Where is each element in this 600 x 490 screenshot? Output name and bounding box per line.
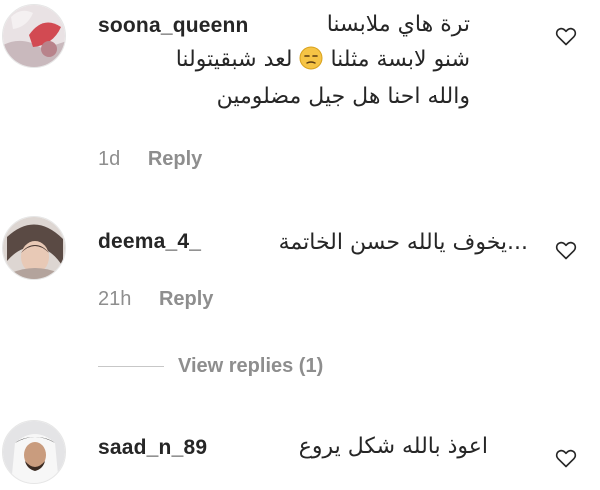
comment-text-line-2-suffix: لعد شبقيتولنا	[175, 47, 293, 72]
avatar[interactable]	[2, 420, 66, 484]
comment-username[interactable]: saad_n_89	[98, 436, 207, 460]
reply-button[interactable]: Reply	[148, 148, 202, 170]
comment-text-line-2-prefix: شنو لابسة مثلنا	[330, 47, 470, 72]
comment-text-line-2: شنو لابسة مثلنا لعد شبقيتولنا	[176, 46, 470, 72]
comment-username[interactable]: soona_queenn	[98, 14, 249, 38]
view-replies-divider	[98, 365, 164, 367]
unamused-face-emoji	[299, 46, 323, 70]
comment-item: soona_queenn ترة هاي ملابسنا شنو لابسة م…	[0, 0, 600, 190]
avatar-photo	[3, 5, 65, 67]
heart-outline-icon[interactable]	[554, 238, 578, 262]
comment-text: اعوذ بالله شكل يروع	[298, 434, 488, 459]
comment-meta: 21h Reply	[98, 288, 213, 311]
comment-text-line-1: ترة هاي ملابسنا	[326, 12, 470, 37]
avatar[interactable]	[2, 4, 66, 68]
comment-text-line-3: والله احنا هل جيل مضلومين	[216, 84, 470, 109]
reply-button[interactable]: Reply	[159, 288, 213, 310]
avatar[interactable]	[2, 216, 66, 280]
comment-item: saad_n_89 اعوذ بالله شكل يروع	[0, 410, 600, 490]
comment-meta: 1d Reply	[98, 148, 202, 171]
comment-time: 21h	[98, 288, 132, 310]
avatar-photo	[3, 421, 65, 483]
view-replies-label: View replies (1)	[178, 354, 324, 377]
comment-text: ...يخوف يالله حسن الخاتمة	[278, 230, 528, 255]
comment-username[interactable]: deema_4_	[98, 230, 201, 254]
comment-time: 1d	[98, 148, 121, 170]
heart-outline-icon[interactable]	[554, 446, 578, 470]
view-replies-button[interactable]: View replies (1)	[98, 353, 323, 379]
heart-outline-icon[interactable]	[554, 24, 578, 48]
avatar-photo	[3, 217, 65, 279]
